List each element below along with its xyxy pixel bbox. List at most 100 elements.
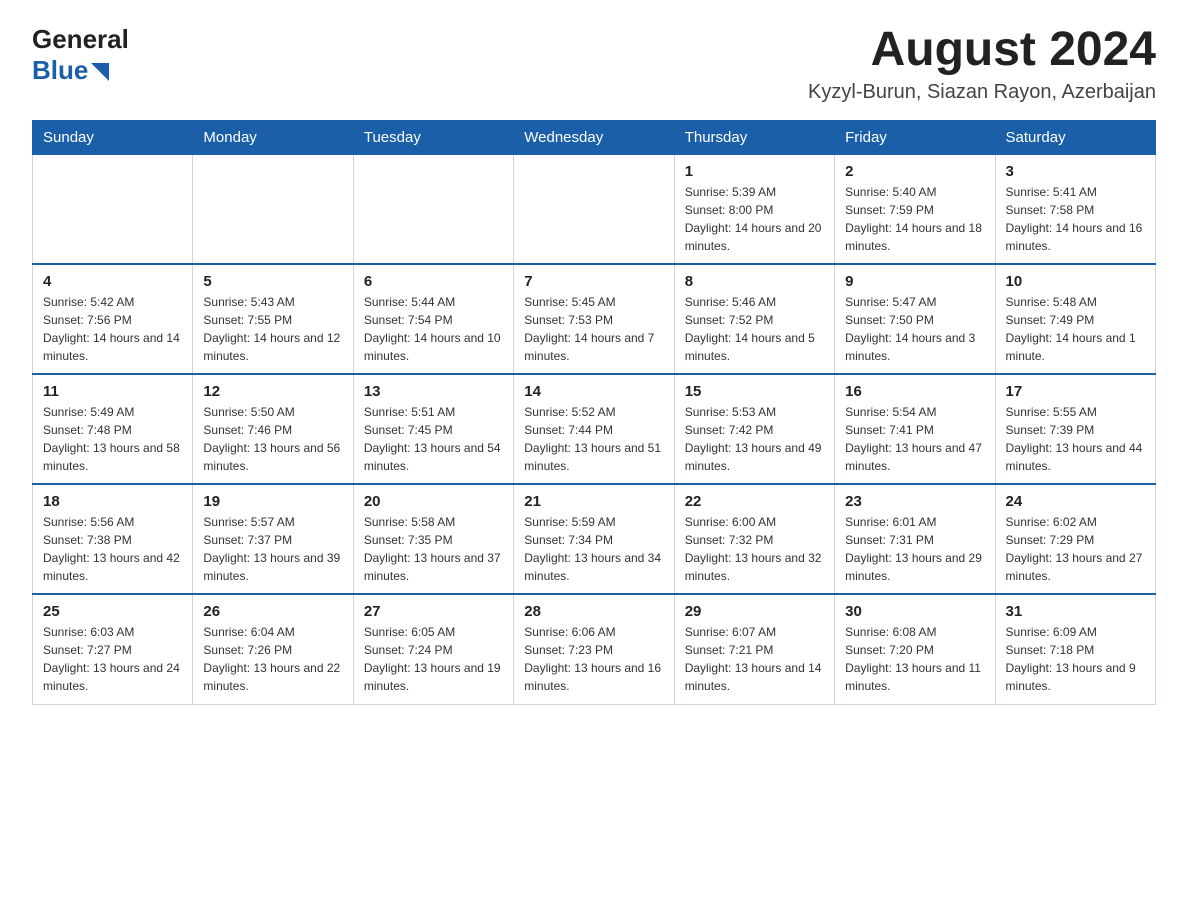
logo: General Blue [32, 24, 129, 86]
column-header-sunday: Sunday [33, 120, 193, 154]
day-number: 5 [203, 273, 342, 290]
month-title: August 2024 [808, 24, 1156, 77]
calendar-cell [353, 154, 513, 264]
day-number: 12 [203, 383, 342, 400]
day-number: 21 [524, 493, 663, 510]
calendar-cell: 17 Sunrise: 5:55 AMSunset: 7:39 PMDayligh… [995, 374, 1155, 484]
column-header-tuesday: Tuesday [353, 120, 513, 154]
calendar-table: SundayMondayTuesdayWednesdayThursdayFrid… [32, 120, 1156, 705]
day-info: Sunrise: 5:43 AMSunset: 7:55 PMDaylight:… [203, 293, 342, 365]
day-number: 14 [524, 383, 663, 400]
day-info: Sunrise: 5:59 AMSunset: 7:34 PMDaylight:… [524, 513, 663, 585]
day-info: Sunrise: 5:50 AMSunset: 7:46 PMDaylight:… [203, 403, 342, 475]
calendar-cell: 11 Sunrise: 5:49 AMSunset: 7:48 PMDayligh… [33, 374, 193, 484]
calendar-cell: 5 Sunrise: 5:43 AMSunset: 7:55 PMDaylight… [193, 264, 353, 374]
day-info: Sunrise: 5:55 AMSunset: 7:39 PMDaylight:… [1006, 403, 1145, 475]
day-info: Sunrise: 5:48 AMSunset: 7:49 PMDaylight:… [1006, 293, 1145, 365]
day-number: 3 [1006, 163, 1145, 180]
calendar-cell: 27 Sunrise: 6:05 AMSunset: 7:24 PMDayligh… [353, 594, 513, 704]
day-info: Sunrise: 5:52 AMSunset: 7:44 PMDaylight:… [524, 403, 663, 475]
day-info: Sunrise: 6:06 AMSunset: 7:23 PMDaylight:… [524, 623, 663, 695]
calendar-cell: 29 Sunrise: 6:07 AMSunset: 7:21 PMDayligh… [674, 594, 834, 704]
title-block: August 2024 Kyzyl-Burun, Siazan Rayon, A… [808, 24, 1156, 104]
day-info: Sunrise: 6:02 AMSunset: 7:29 PMDaylight:… [1006, 513, 1145, 585]
day-number: 23 [845, 493, 984, 510]
calendar-cell: 15 Sunrise: 5:53 AMSunset: 7:42 PMDayligh… [674, 374, 834, 484]
column-header-wednesday: Wednesday [514, 120, 674, 154]
day-number: 4 [43, 273, 182, 290]
day-number: 27 [364, 603, 503, 620]
location-title: Kyzyl-Burun, Siazan Rayon, Azerbaijan [808, 81, 1156, 104]
calendar-cell: 12 Sunrise: 5:50 AMSunset: 7:46 PMDayligh… [193, 374, 353, 484]
calendar-cell: 8 Sunrise: 5:46 AMSunset: 7:52 PMDaylight… [674, 264, 834, 374]
calendar-cell: 6 Sunrise: 5:44 AMSunset: 7:54 PMDaylight… [353, 264, 513, 374]
day-info: Sunrise: 6:08 AMSunset: 7:20 PMDaylight:… [845, 623, 984, 695]
calendar-cell: 21 Sunrise: 5:59 AMSunset: 7:34 PMDayligh… [514, 484, 674, 594]
calendar-cell: 14 Sunrise: 5:52 AMSunset: 7:44 PMDayligh… [514, 374, 674, 484]
day-number: 11 [43, 383, 182, 400]
day-number: 22 [685, 493, 824, 510]
calendar-cell: 4 Sunrise: 5:42 AMSunset: 7:56 PMDaylight… [33, 264, 193, 374]
day-number: 28 [524, 603, 663, 620]
calendar-week-row: 25Sunrise: 6:03 AMSunset: 7:27 PMDayligh… [33, 594, 1156, 704]
day-info: Sunrise: 5:58 AMSunset: 7:35 PMDaylight:… [364, 513, 503, 585]
calendar-cell: 1 Sunrise: 5:39 AMSunset: 8:00 PMDaylight… [674, 154, 834, 264]
calendar-cell: 10 Sunrise: 5:48 AMSunset: 7:49 PMDayligh… [995, 264, 1155, 374]
day-info: Sunrise: 5:40 AMSunset: 7:59 PMDaylight:… [845, 183, 984, 255]
day-number: 24 [1006, 493, 1145, 510]
calendar-cell: 28 Sunrise: 6:06 AMSunset: 7:23 PMDayligh… [514, 594, 674, 704]
day-info: Sunrise: 6:03 AMSunset: 7:27 PMDaylight:… [43, 623, 182, 695]
calendar-cell: 3 Sunrise: 5:41 AMSunset: 7:58 PMDaylight… [995, 154, 1155, 264]
column-header-monday: Monday [193, 120, 353, 154]
day-info: Sunrise: 5:56 AMSunset: 7:38 PMDaylight:… [43, 513, 182, 585]
logo-line2: Blue [32, 55, 109, 86]
calendar-cell [33, 154, 193, 264]
day-info: Sunrise: 5:49 AMSunset: 7:48 PMDaylight:… [43, 403, 182, 475]
calendar-cell: 20 Sunrise: 5:58 AMSunset: 7:35 PMDayligh… [353, 484, 513, 594]
calendar-cell: 22 Sunrise: 6:00 AMSunset: 7:32 PMDayligh… [674, 484, 834, 594]
calendar-cell [193, 154, 353, 264]
logo-triangle-icon [91, 63, 109, 81]
day-info: Sunrise: 5:39 AMSunset: 8:00 PMDaylight:… [685, 183, 824, 255]
day-info: Sunrise: 5:53 AMSunset: 7:42 PMDaylight:… [685, 403, 824, 475]
calendar-cell: 23Sunrise: 6:01 AMSunset: 7:31 PMDayligh… [835, 484, 995, 594]
day-number: 8 [685, 273, 824, 290]
day-info: Sunrise: 6:00 AMSunset: 7:32 PMDaylight:… [685, 513, 824, 585]
day-info: Sunrise: 6:07 AMSunset: 7:21 PMDaylight:… [685, 623, 824, 695]
day-info: Sunrise: 5:54 AMSunset: 7:41 PMDaylight:… [845, 403, 984, 475]
calendar-week-row: 4 Sunrise: 5:42 AMSunset: 7:56 PMDaylight… [33, 264, 1156, 374]
calendar-cell: 24 Sunrise: 6:02 AMSunset: 7:29 PMDayligh… [995, 484, 1155, 594]
day-number: 2 [845, 163, 984, 180]
calendar-cell: 26Sunrise: 6:04 AMSunset: 7:26 PMDayligh… [193, 594, 353, 704]
page-header: General Blue August 2024 Kyzyl-Burun, Si… [32, 24, 1156, 104]
calendar-week-row: 18 Sunrise: 5:56 AMSunset: 7:38 PMDayligh… [33, 484, 1156, 594]
calendar-cell: 19 Sunrise: 5:57 AMSunset: 7:37 PMDayligh… [193, 484, 353, 594]
logo-line1: General [32, 24, 129, 55]
day-number: 10 [1006, 273, 1145, 290]
day-info: Sunrise: 5:47 AMSunset: 7:50 PMDaylight:… [845, 293, 984, 365]
day-info: Sunrise: 5:57 AMSunset: 7:37 PMDaylight:… [203, 513, 342, 585]
day-number: 18 [43, 493, 182, 510]
day-number: 1 [685, 163, 824, 180]
calendar-cell: 25Sunrise: 6:03 AMSunset: 7:27 PMDayligh… [33, 594, 193, 704]
day-info: Sunrise: 5:42 AMSunset: 7:56 PMDaylight:… [43, 293, 182, 365]
calendar-cell: 2 Sunrise: 5:40 AMSunset: 7:59 PMDaylight… [835, 154, 995, 264]
day-number: 7 [524, 273, 663, 290]
day-number: 31 [1006, 603, 1145, 620]
day-info: Sunrise: 5:41 AMSunset: 7:58 PMDaylight:… [1006, 183, 1145, 255]
day-number: 20 [364, 493, 503, 510]
day-info: Sunrise: 6:05 AMSunset: 7:24 PMDaylight:… [364, 623, 503, 695]
day-number: 15 [685, 383, 824, 400]
calendar-cell: 16Sunrise: 5:54 AMSunset: 7:41 PMDayligh… [835, 374, 995, 484]
day-number: 19 [203, 493, 342, 510]
day-info: Sunrise: 5:46 AMSunset: 7:52 PMDaylight:… [685, 293, 824, 365]
day-number: 29 [685, 603, 824, 620]
day-number: 17 [1006, 383, 1145, 400]
calendar-cell: 13Sunrise: 5:51 AMSunset: 7:45 PMDayligh… [353, 374, 513, 484]
day-info: Sunrise: 5:44 AMSunset: 7:54 PMDaylight:… [364, 293, 503, 365]
calendar-cell: 7Sunrise: 5:45 AMSunset: 7:53 PMDaylight… [514, 264, 674, 374]
calendar-cell: 18 Sunrise: 5:56 AMSunset: 7:38 PMDayligh… [33, 484, 193, 594]
day-number: 26 [203, 603, 342, 620]
day-info: Sunrise: 6:09 AMSunset: 7:18 PMDaylight:… [1006, 623, 1145, 695]
day-number: 6 [364, 273, 503, 290]
